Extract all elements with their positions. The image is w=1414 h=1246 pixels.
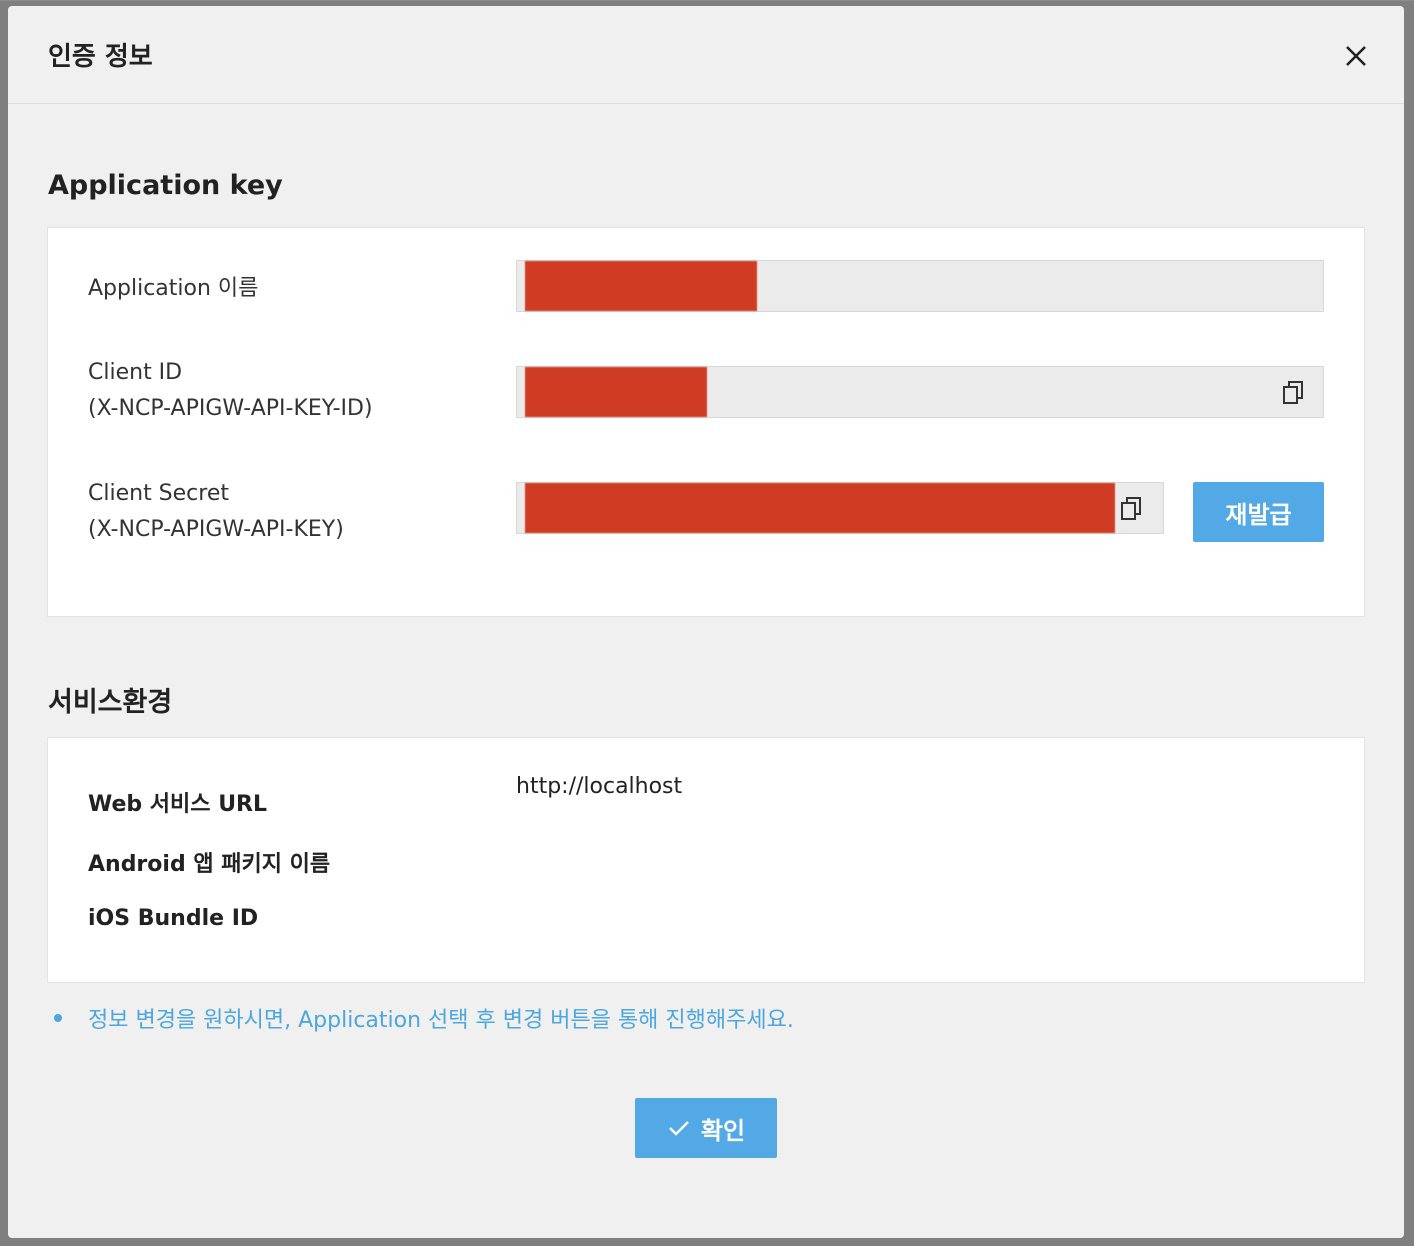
service-env-panel: Web 서비스 URL http://localhost Android 앱 패… <box>47 737 1365 983</box>
application-key-heading: Application key <box>48 170 283 201</box>
web-url-label: Web 서비스 URL <box>88 792 268 817</box>
close-button[interactable] <box>1338 38 1374 74</box>
ios-bundle-label: iOS Bundle ID <box>88 906 259 931</box>
close-icon <box>1346 46 1366 66</box>
copy-icon <box>1121 497 1141 520</box>
redacted-app-name <box>525 261 757 311</box>
reissue-button[interactable]: 재발급 <box>1193 482 1324 542</box>
client-id-label: Client ID (X-NCP-APIGW-API-KEY-ID) <box>88 355 373 427</box>
notice-text: 정보 변경을 원하시면, Application 선택 후 변경 버튼을 통해 … <box>88 1008 794 1033</box>
redacted-client-secret <box>525 483 1115 533</box>
check-icon <box>669 1121 689 1136</box>
redacted-client-id <box>525 367 707 417</box>
dialog-header: 인증 정보 <box>8 6 1404 104</box>
service-env-heading: 서비스환경 <box>48 687 173 718</box>
bullet-icon <box>54 1014 62 1022</box>
client-id-field[interactable] <box>516 366 1324 418</box>
app-name-field[interactable] <box>516 260 1324 312</box>
app-name-label: Application 이름 <box>88 276 259 301</box>
info-notice: 정보 변경을 원하시면, Application 선택 후 변경 버튼을 통해 … <box>54 1002 794 1034</box>
client-secret-label-line2: (X-NCP-APIGW-API-KEY) <box>88 517 344 542</box>
copy-client-id-button[interactable] <box>1279 378 1309 408</box>
client-secret-label: Client Secret (X-NCP-APIGW-API-KEY) <box>88 476 344 548</box>
confirm-button[interactable]: 확인 <box>635 1098 777 1158</box>
client-id-label-line2: (X-NCP-APIGW-API-KEY-ID) <box>88 396 373 421</box>
client-id-label-line1: Client ID <box>88 360 183 385</box>
copy-icon <box>1283 381 1303 404</box>
application-key-panel: Application 이름 Client ID (X-NCP-APIGW-AP… <box>47 227 1365 617</box>
web-url-value: http://localhost <box>516 774 683 799</box>
client-secret-label-line1: Client Secret <box>88 481 230 506</box>
client-secret-field[interactable] <box>516 482 1164 534</box>
copy-client-secret-button[interactable] <box>1117 494 1147 524</box>
confirm-label: 확인 <box>700 1116 746 1145</box>
android-package-label: Android 앱 패키지 이름 <box>88 852 331 877</box>
dialog-title: 인증 정보 <box>48 42 153 72</box>
auth-info-dialog: 인증 정보 Application key Application 이름 Cli… <box>8 6 1404 1238</box>
